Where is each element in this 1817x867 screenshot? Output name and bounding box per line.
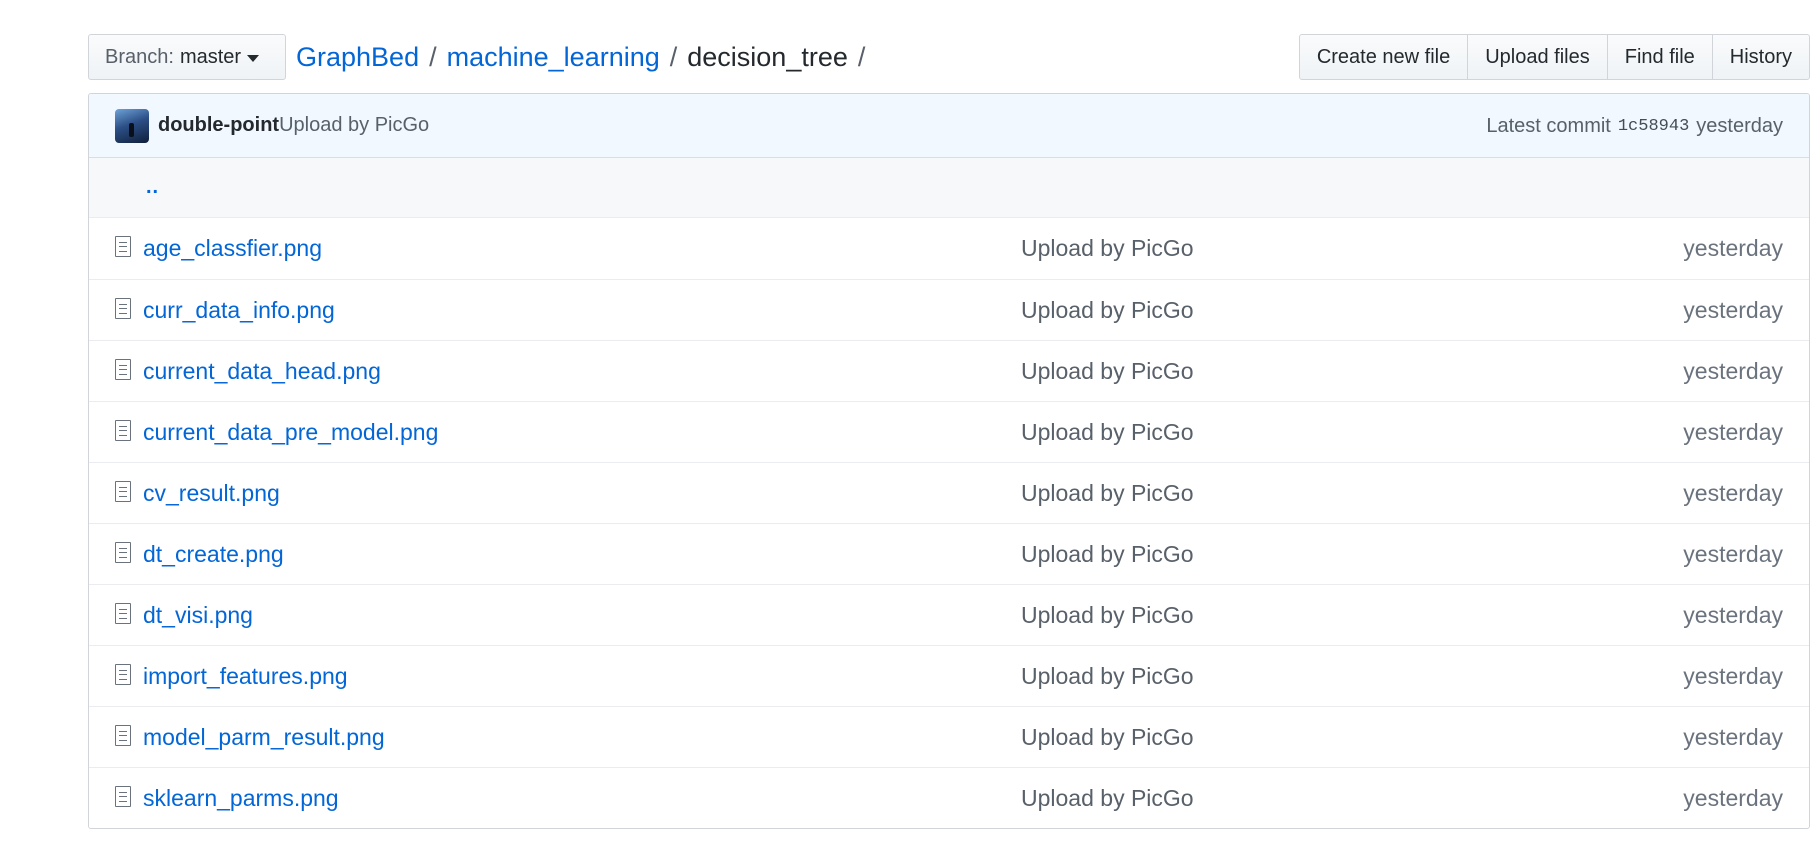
file-age: yesterday	[1683, 784, 1783, 811]
file-name-link[interactable]: age_classfier.png	[143, 218, 322, 278]
file-navigation: Branch: master GraphBed / machine_learni…	[88, 34, 1810, 82]
file-commit-message-link[interactable]: Upload by PicGo	[1021, 218, 1194, 278]
file-icon	[115, 359, 131, 380]
file-name-link[interactable]: current_data_pre_model.png	[143, 402, 438, 462]
file-icon	[115, 542, 131, 563]
file-age: yesterday	[1683, 662, 1783, 689]
file-row: current_data_pre_model.png Upload by PicG…	[89, 401, 1809, 462]
file-age: yesterday	[1683, 296, 1783, 323]
file-icon	[115, 420, 131, 441]
latest-commit-label: Latest commit	[1486, 114, 1611, 137]
file-row: import_features.png Upload by PicGo yester…	[89, 645, 1809, 706]
branch-name: master	[179, 45, 242, 68]
file-name-link[interactable]: model_parm_result.png	[143, 707, 385, 767]
file-commit-message-link[interactable]: Upload by PicGo	[1021, 768, 1194, 828]
file-commit-message-link[interactable]: Upload by PicGo	[1021, 585, 1194, 645]
breadcrumb-folder-link[interactable]: machine_learning	[447, 42, 660, 73]
find-file-button[interactable]: Find file	[1606, 34, 1713, 80]
parent-directory-row[interactable]: ..	[89, 158, 1809, 218]
file-age: yesterday	[1683, 601, 1783, 628]
file-commit-message-link[interactable]: Upload by PicGo	[1021, 707, 1194, 767]
file-name-link[interactable]: current_data_head.png	[143, 341, 381, 401]
commit-age: yesterday	[1696, 114, 1783, 137]
caret-down-icon	[247, 54, 260, 62]
file-row: curr_data_info.png Upload by PicGo yesterd…	[89, 279, 1809, 340]
file-icon	[115, 298, 131, 319]
file-row: sklearn_parms.png Upload by PicGo yesterda…	[89, 767, 1809, 828]
commit-author-link[interactable]: double-point	[158, 114, 279, 137]
file-commit-message-link[interactable]: Upload by PicGo	[1021, 463, 1194, 523]
file-age: yesterday	[1683, 723, 1783, 750]
file-commit-message-link[interactable]: Upload by PicGo	[1021, 280, 1194, 340]
breadcrumb-separator: /	[429, 41, 437, 72]
file-actions-group: Create new file Upload files Find file H…	[1298, 34, 1810, 80]
file-row: cv_result.png Upload by PicGo yesterday	[89, 462, 1809, 523]
breadcrumb: GraphBed / machine_learning / decision_t…	[296, 34, 875, 80]
file-icon	[115, 236, 131, 257]
file-age: yesterday	[1683, 479, 1783, 506]
file-list: age_classfier.png Upload by PicGo yesterda…	[89, 218, 1809, 828]
history-button[interactable]: History	[1711, 34, 1810, 80]
branch-prefix-label: Branch:	[105, 45, 174, 68]
commit-message-link[interactable]: Upload by PicGo	[279, 114, 429, 137]
upload-files-button[interactable]: Upload files	[1467, 34, 1608, 80]
file-commit-message-link[interactable]: Upload by PicGo	[1021, 524, 1194, 584]
file-name-link[interactable]: dt_visi.png	[143, 585, 253, 645]
repo-file-browser: Branch: master GraphBed / machine_learni…	[88, 34, 1810, 829]
file-age: yesterday	[1683, 540, 1783, 567]
file-name-link[interactable]: cv_result.png	[143, 463, 280, 523]
file-name-link[interactable]: import_features.png	[143, 646, 348, 706]
file-row: model_parm_result.png Upload by PicGo yest…	[89, 706, 1809, 767]
file-age: yesterday	[1683, 418, 1783, 445]
file-icon	[115, 603, 131, 624]
file-icon	[115, 664, 131, 685]
file-row: current_data_head.png Upload by PicGo yest…	[89, 340, 1809, 401]
file-commit-message-link[interactable]: Upload by PicGo	[1021, 402, 1194, 462]
breadcrumb-repo-link[interactable]: GraphBed	[296, 42, 419, 73]
file-age: yesterday	[1683, 357, 1783, 384]
file-name-link[interactable]: sklearn_parms.png	[143, 768, 339, 828]
latest-commit-bar: double-point Upload by PicGo Latest comm…	[89, 94, 1809, 158]
breadcrumb-current-folder: decision_tree	[687, 41, 848, 72]
branch-select-button[interactable]: Branch: master	[88, 34, 286, 80]
file-row: age_classfier.png Upload by PicGo yesterda…	[89, 218, 1809, 279]
file-table: double-point Upload by PicGo Latest comm…	[88, 93, 1810, 829]
commit-meta: Latest commit 1c58943 yesterday	[1486, 94, 1783, 158]
file-age: yesterday	[1683, 234, 1783, 261]
parent-directory-link[interactable]: ..	[146, 176, 159, 199]
breadcrumb-separator: /	[669, 41, 678, 72]
file-row: dt_visi.png Upload by PicGo yesterday	[89, 584, 1809, 645]
breadcrumb-separator: /	[857, 41, 866, 72]
avatar[interactable]	[115, 108, 149, 143]
file-name-link[interactable]: curr_data_info.png	[143, 280, 335, 340]
file-icon	[115, 786, 131, 807]
file-commit-message-link[interactable]: Upload by PicGo	[1021, 341, 1194, 401]
commit-sha-link[interactable]: 1c58943	[1618, 117, 1689, 136]
create-new-file-button[interactable]: Create new file	[1298, 34, 1469, 80]
file-name-link[interactable]: dt_create.png	[143, 524, 284, 584]
file-row: dt_create.png Upload by PicGo yesterday	[89, 523, 1809, 584]
file-icon	[115, 481, 131, 502]
file-commit-message-link[interactable]: Upload by PicGo	[1021, 646, 1194, 706]
file-icon	[115, 725, 131, 746]
